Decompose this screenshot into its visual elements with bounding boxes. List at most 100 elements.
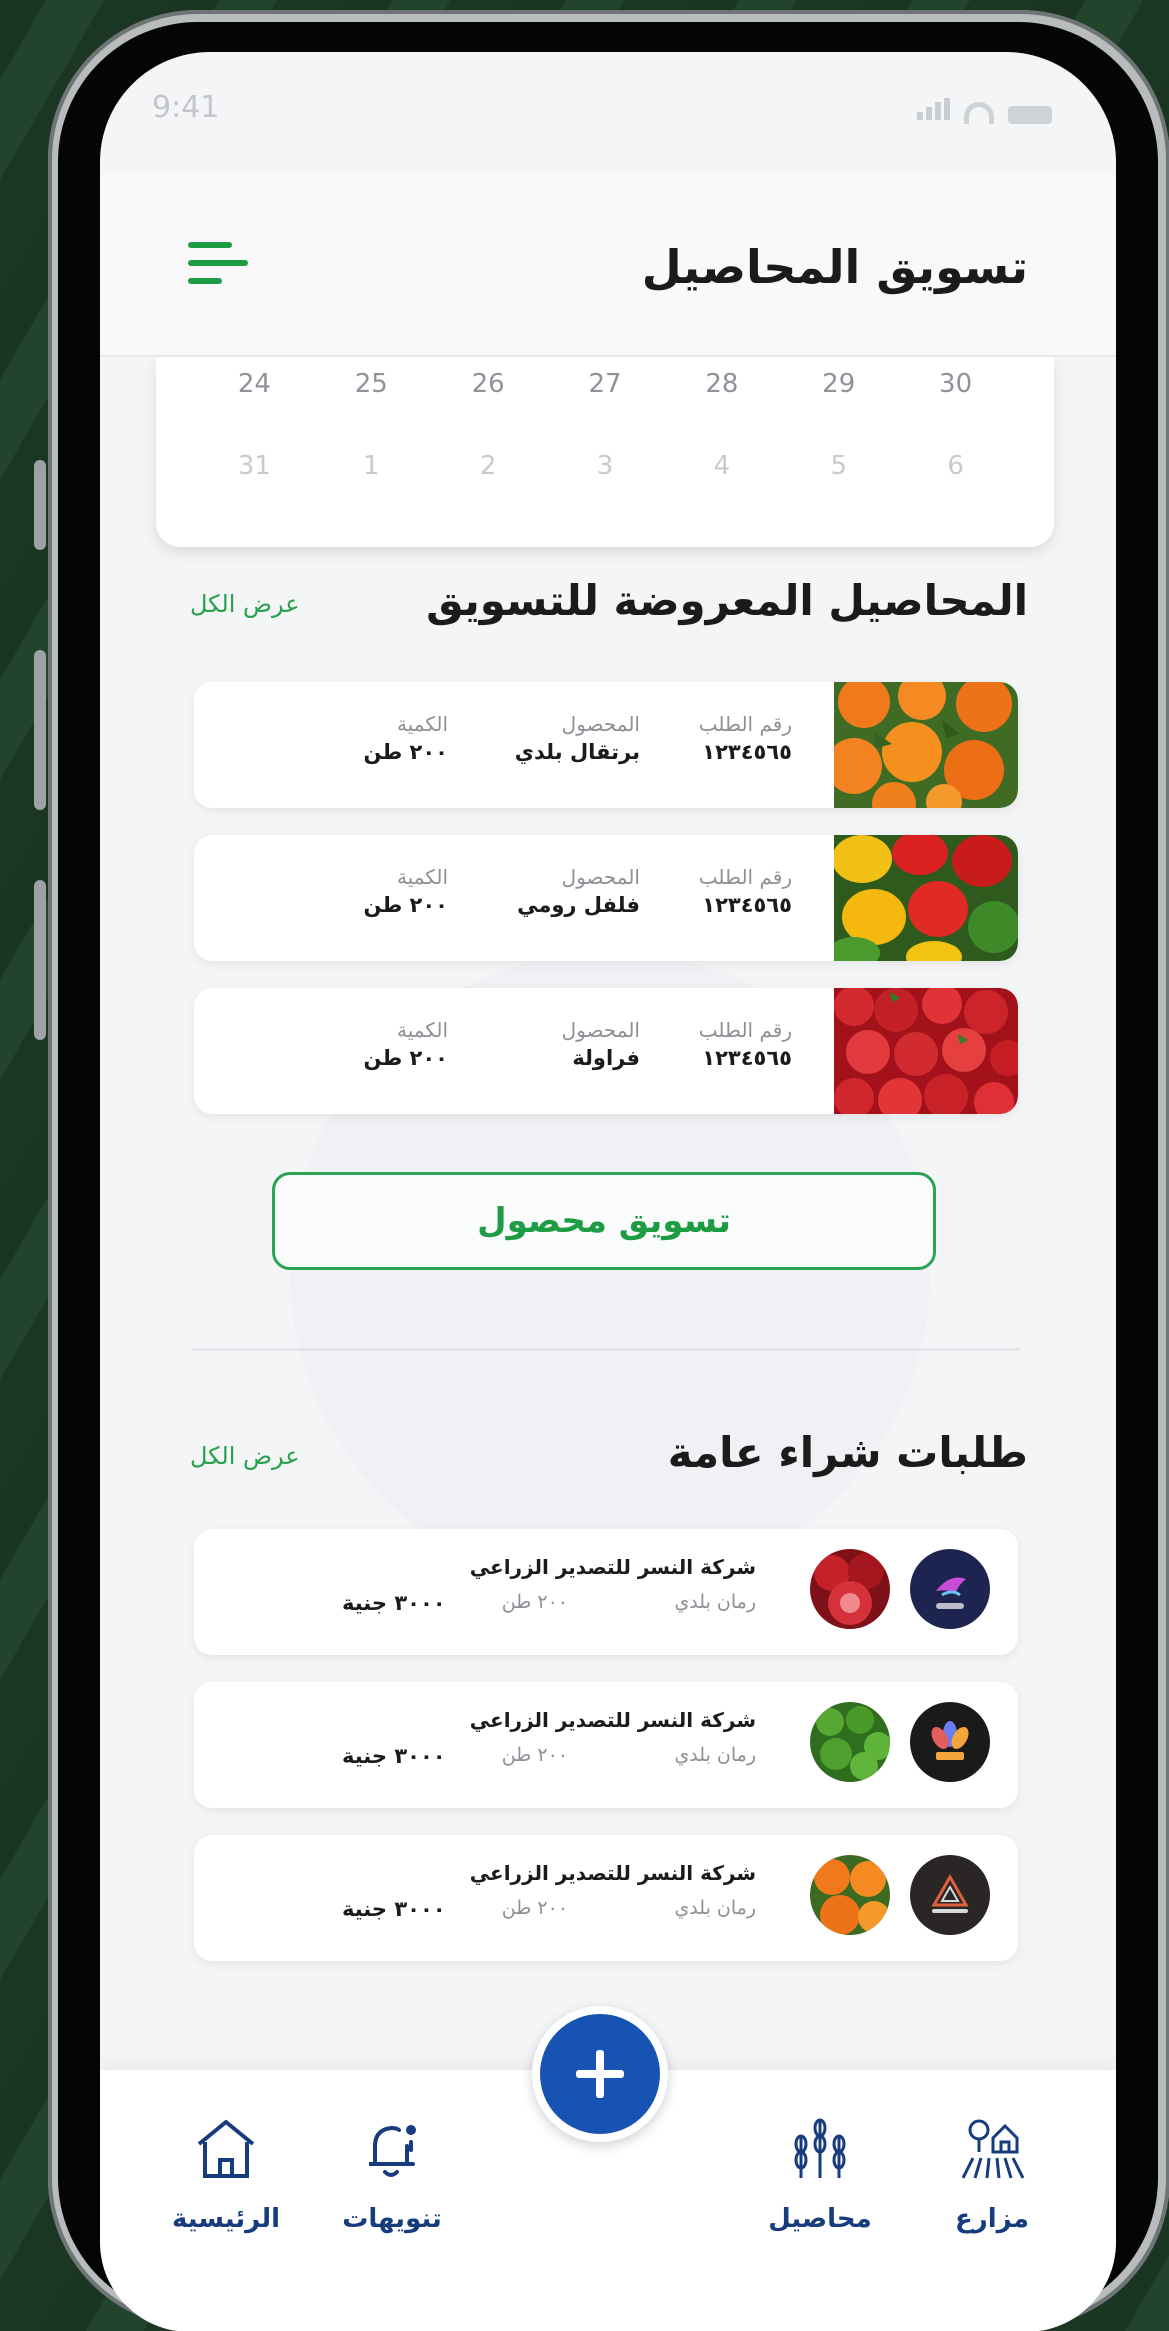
product-value: برتقال بلدي bbox=[514, 740, 640, 764]
calendar-day[interactable]: 27 bbox=[547, 369, 664, 399]
calendar-day[interactable]: 29 bbox=[780, 369, 897, 399]
request-price: ٣٠٠٠ جنية bbox=[342, 1591, 446, 1615]
nav-item-notifications[interactable]: تنويهات bbox=[322, 2114, 462, 2234]
oranges-image bbox=[834, 682, 1018, 808]
vipever-logo-icon bbox=[910, 1855, 990, 1935]
order-number-value: ١٢٣٤٥٦٥ bbox=[702, 740, 792, 764]
order-number-label: رقم الطلب bbox=[698, 712, 792, 736]
bird-logo-icon bbox=[910, 1549, 990, 1629]
quantity-column: الكمية ٢٠٠ طن bbox=[364, 712, 448, 764]
request-quantity: ٢٠٠ طن bbox=[501, 1744, 568, 1766]
market-crop-button[interactable]: تسويق محصول bbox=[272, 1172, 936, 1270]
calendar-day[interactable]: 30 bbox=[897, 369, 1014, 399]
quantity-value: ٢٠٠ طن bbox=[363, 893, 448, 917]
product-column: المحصول فلفل رومي bbox=[517, 865, 640, 917]
calendar-week-row: 31 1 2 3 4 5 6 bbox=[196, 451, 1014, 481]
order-number-column: رقم الطلب ١٢٣٤٥٦٥ bbox=[699, 865, 792, 917]
product-column: المحصول برتقال بلدي bbox=[515, 712, 640, 764]
order-number-label: رقم الطلب bbox=[698, 865, 792, 889]
request-quantity: ٢٠٠ طن bbox=[501, 1591, 568, 1613]
calendar-day[interactable]: 5 bbox=[780, 451, 897, 481]
hamburger-menu-icon[interactable] bbox=[188, 242, 248, 286]
farm-icon bbox=[961, 2119, 1025, 2179]
calendar-day[interactable]: 28 bbox=[663, 369, 780, 399]
status-bar: 9:41 bbox=[100, 52, 1116, 172]
request-quantity: ٢٠٠ طن bbox=[501, 1897, 568, 1919]
order-number-label: رقم الطلب bbox=[698, 1018, 792, 1042]
calendar-day[interactable]: 2 bbox=[430, 451, 547, 481]
plus-icon bbox=[576, 2050, 624, 2098]
calendar-day[interactable]: 6 bbox=[897, 451, 1014, 481]
green-peppers-image bbox=[810, 1702, 890, 1782]
request-price: ٣٠٠٠ جنية bbox=[342, 1897, 446, 1921]
side-button bbox=[34, 650, 46, 810]
add-fab-button[interactable] bbox=[532, 2006, 668, 2142]
calendar-day[interactable]: 24 bbox=[196, 369, 313, 399]
nav-item-farms[interactable]: مزارع bbox=[922, 2114, 1062, 2234]
calendar-day[interactable]: 31 bbox=[196, 451, 313, 481]
battery-icon bbox=[1008, 106, 1052, 124]
request-crop: رمان بلدي bbox=[674, 1591, 756, 1613]
order-number-column: رقم الطلب ١٢٣٤٥٦٥ bbox=[699, 1018, 792, 1070]
purchase-request-card[interactable]: شركة النسر للتصدير الزراعي رمان بلدي ٢٠٠… bbox=[194, 1682, 1018, 1808]
order-number-column: رقم الطلب ١٢٣٤٥٦٥ bbox=[699, 712, 792, 764]
nav-item-home[interactable]: الرئيسية bbox=[156, 2114, 296, 2234]
product-value: فلفل رومي bbox=[517, 893, 640, 917]
order-number-value: ١٢٣٤٥٦٥ bbox=[702, 1046, 792, 1070]
product-value: فراولة bbox=[572, 1046, 640, 1070]
nav-label-notifications: تنويهات bbox=[342, 2204, 442, 2234]
quantity-value: ٢٠٠ طن bbox=[363, 1046, 448, 1070]
offered-crops-title: المحاصيل المعروضة للتسويق bbox=[426, 576, 1028, 625]
purchase-request-card[interactable]: شركة النسر للتصدير الزراعي رمان بلدي ٢٠٠… bbox=[194, 1835, 1018, 1961]
bell-peppers-image bbox=[834, 835, 1018, 961]
quantity-column: الكمية ٢٠٠ طن bbox=[364, 865, 448, 917]
product-label: المحصول bbox=[561, 865, 640, 889]
request-crop: رمان بلدي bbox=[674, 1897, 756, 1919]
lotus-logo-icon bbox=[910, 1702, 990, 1782]
request-price: ٣٠٠٠ جنية bbox=[342, 1744, 446, 1768]
nav-label-farms: مزارع bbox=[955, 2204, 1029, 2234]
quantity-label: الكمية bbox=[396, 865, 448, 889]
status-icons bbox=[914, 98, 1052, 124]
company-name: شركة النسر للتصدير الزراعي bbox=[469, 1555, 756, 1579]
calendar-day[interactable]: 3 bbox=[547, 451, 664, 481]
crop-card[interactable]: رقم الطلب ١٢٣٤٥٦٥ المحصول فلفل رومي الكم… bbox=[194, 835, 1018, 961]
crop-card[interactable]: رقم الطلب ١٢٣٤٥٦٥ المحصول برتقال بلدي ال… bbox=[194, 682, 1018, 808]
quantity-column: الكمية ٢٠٠ طن bbox=[364, 1018, 448, 1070]
quantity-label: الكمية bbox=[396, 712, 448, 736]
company-name: شركة النسر للتصدير الزراعي bbox=[469, 1708, 756, 1732]
crop-card[interactable]: رقم الطلب ١٢٣٤٥٦٥ المحصول فراولة الكمية … bbox=[194, 988, 1018, 1114]
wheat-icon bbox=[794, 2118, 846, 2178]
app-screen: 9:41 تسويق المحاصيل 24 25 26 27 28 29 30 bbox=[100, 52, 1116, 2331]
signal-icon bbox=[914, 98, 950, 124]
calendar-day[interactable]: 26 bbox=[430, 369, 547, 399]
product-label: المحصول bbox=[561, 712, 640, 736]
calendar-day[interactable]: 4 bbox=[663, 451, 780, 481]
section-divider bbox=[192, 1348, 1020, 1351]
nav-label-crops: محاصيل bbox=[768, 2204, 872, 2234]
product-column: المحصول فراولة bbox=[562, 1018, 640, 1070]
oranges-image bbox=[810, 1855, 890, 1935]
request-crop: رمان بلدي bbox=[674, 1744, 756, 1766]
purchase-requests-view-all-link[interactable]: عرض الكل bbox=[190, 1442, 300, 1470]
page-title: تسويق المحاصيل bbox=[641, 240, 1028, 294]
nav-label-home: الرئيسية bbox=[171, 2204, 281, 2234]
nav-item-crops[interactable]: محاصيل bbox=[750, 2114, 890, 2234]
purchase-requests-title: طلبات شراء عامة bbox=[667, 1428, 1028, 1477]
offered-crops-view-all-link[interactable]: عرض الكل bbox=[190, 590, 300, 618]
strawberries-image bbox=[834, 988, 1018, 1114]
calendar-day[interactable]: 1 bbox=[313, 451, 430, 481]
calendar-card: 24 25 26 27 28 29 30 31 1 2 3 4 5 6 bbox=[156, 357, 1054, 547]
home-icon bbox=[197, 2120, 255, 2178]
product-label: المحصول bbox=[561, 1018, 640, 1042]
calendar-day[interactable]: 25 bbox=[313, 369, 430, 399]
app-header: تسويق المحاصيل bbox=[100, 172, 1116, 357]
status-time: 9:41 bbox=[152, 90, 220, 125]
calendar-week-row: 24 25 26 27 28 29 30 bbox=[196, 369, 1014, 399]
quantity-value: ٢٠٠ طن bbox=[363, 740, 448, 764]
wifi-icon bbox=[964, 102, 994, 124]
pomegranates-image bbox=[810, 1549, 890, 1629]
side-button bbox=[34, 880, 46, 1040]
purchase-request-card[interactable]: شركة النسر للتصدير الزراعي رمان بلدي ٢٠٠… bbox=[194, 1529, 1018, 1655]
order-number-value: ١٢٣٤٥٦٥ bbox=[702, 893, 792, 917]
